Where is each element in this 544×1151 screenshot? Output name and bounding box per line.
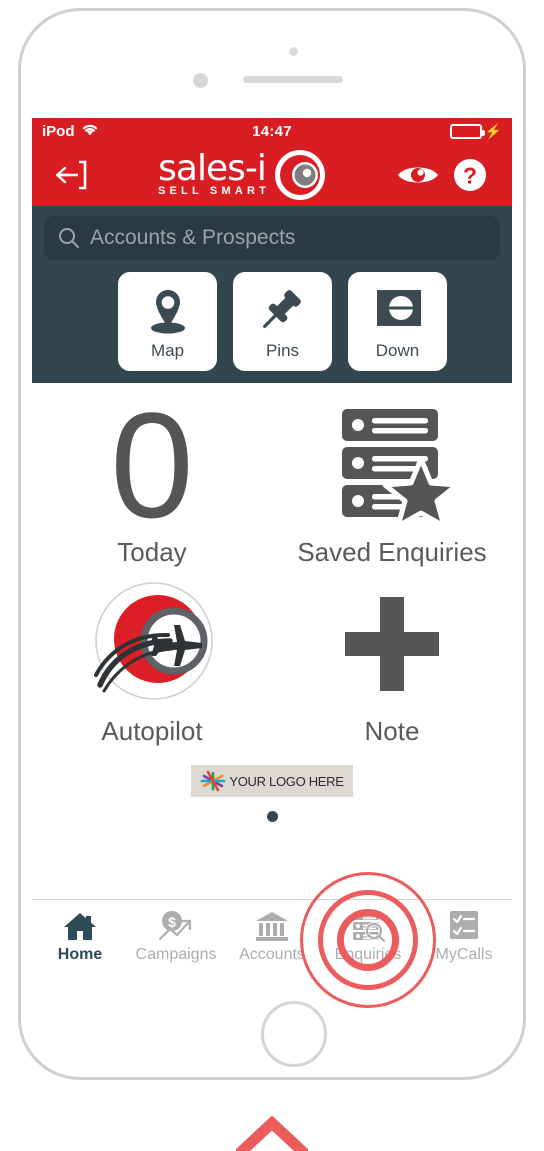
proximity-sensor-icon [289,47,298,56]
download-icon [371,283,425,339]
home-cell-label: Note [364,716,420,746]
status-bar: iPod 14:47 ⚡ [32,118,512,144]
screenshot-stage: iPod 14:47 ⚡ sales-i SELL SMART ? Accoun… [0,0,544,1151]
status-bar-right: ⚡ [449,123,502,139]
home-cell-today[interactable]: 0 Today [32,389,272,568]
home-button[interactable] [261,1001,327,1067]
tab-label: Home [57,945,103,963]
dollar-trend-icon: $ [157,908,195,944]
search-section: Accounts & Prospects Map Pins Down [32,206,512,383]
quick-tile-label: Map [150,340,185,360]
today-count-value: 0 [110,380,194,549]
plus-icon [337,574,447,714]
brand-wordmark: sales-i SELL SMART [154,148,271,198]
quick-tile-label: Pins [265,340,300,360]
status-bar-clock: 14:47 [252,122,292,140]
home-grid: 0 Today Saved Enquiries Autopilot Note Y… [32,383,512,822]
tab-label: Accounts [239,945,305,963]
logout-icon [56,160,87,190]
tab-campaigns[interactable]: $ Campaigns [128,908,224,964]
view-toggle-button[interactable] [392,162,444,188]
page-dot[interactable] [266,811,278,822]
bank-icon [254,908,290,944]
tab-label: Enquiries [334,945,402,963]
home-cell-label: Autopilot [101,716,203,746]
quick-tiles-row[interactable]: Map Pins Down [44,272,500,371]
charging-bolt-icon: ⚡ [484,123,502,139]
tab-label: Campaigns [135,945,217,963]
earpiece-speaker [243,76,343,83]
tab-label: MyCalls [435,945,493,963]
chevron-up-icon[interactable] [234,1115,310,1151]
quick-tile-label: Down [375,340,420,360]
home-icon [62,908,98,944]
svg-text:?: ? [463,163,477,189]
quick-tile-map[interactable]: Map [118,272,217,371]
brand-tagline: SELL SMART [157,185,271,197]
tab-enquiries[interactable]: Enquiries [320,908,416,964]
home-cell-saved-enquiries[interactable]: Saved Enquiries [272,389,512,568]
quick-tile-download[interactable]: Down [348,272,447,371]
search-placeholder: Accounts & Prospects [90,226,296,249]
search-input[interactable]: Accounts & Prospects [44,216,500,260]
colorful-starburst-icon [201,770,226,792]
tab-mycalls[interactable]: MyCalls [416,908,512,964]
home-cell-note[interactable]: Note [272,568,512,747]
logo-placeholder: YOUR LOGO HERE [32,765,512,797]
phone-screen: iPod 14:47 ⚡ sales-i SELL SMART ? Accoun… [32,118,512,971]
tab-accounts[interactable]: Accounts [224,908,320,964]
quick-tile-pins[interactable]: Pins [233,272,332,371]
saved-enquiries-star-icon [326,395,458,535]
map-pin-icon [141,283,195,339]
search-icon [59,228,79,248]
checklist-icon [447,908,481,944]
sales-i-eye-logo [275,150,326,200]
battery-icon [449,123,485,139]
autopilot-plane-icon [82,574,222,714]
home-cell-autopilot[interactable]: Autopilot [32,568,272,747]
page-indicator[interactable] [32,811,512,822]
home-cell-label: Today [117,537,187,567]
svg-text:$: $ [168,914,176,930]
list-search-icon [350,908,386,944]
pushpin-icon [256,283,310,339]
brand-logo: sales-i SELL SMART [88,149,392,201]
app-nav-bar: sales-i SELL SMART ? [32,144,512,206]
tab-home[interactable]: Home [32,908,128,964]
home-cell-label: Saved Enquiries [297,537,487,567]
eye-icon [398,167,438,183]
today-count: 0 [110,380,194,549]
logo-placeholder-text: YOUR LOGO HERE [229,773,344,789]
front-camera-icon [193,73,208,88]
help-button[interactable]: ? [444,158,496,192]
bottom-tab-bar[interactable]: Home $ Campaigns Accounts Enquiries MyCa… [32,899,512,971]
brand-name: sales-i [158,148,267,189]
question-mark-icon: ? [454,159,486,191]
